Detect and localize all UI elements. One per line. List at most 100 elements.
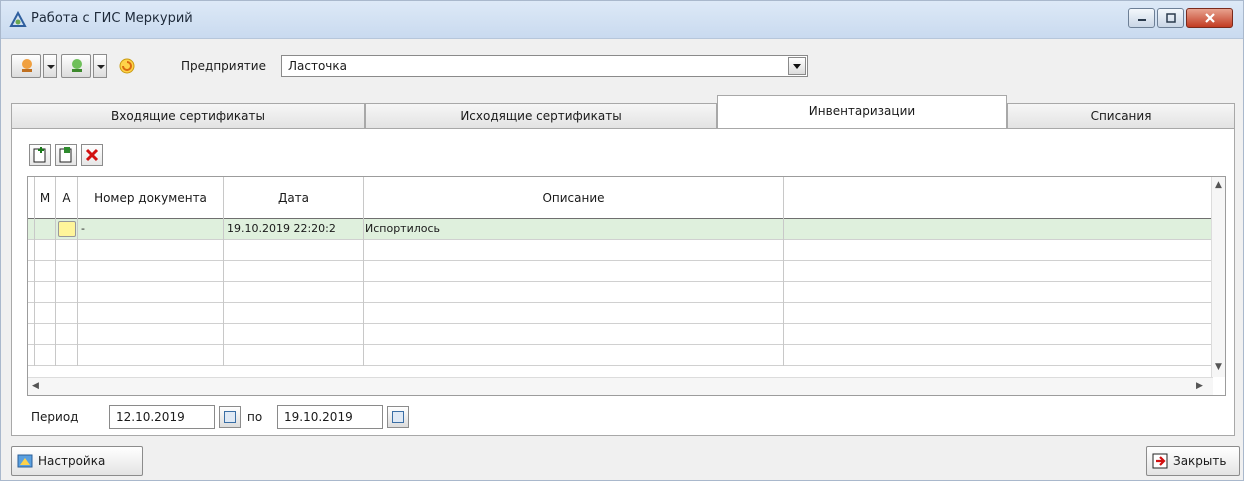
- scroll-down-icon[interactable]: ▼: [1215, 362, 1222, 372]
- status-yellow-indicator: [58, 221, 76, 237]
- maximize-icon: [1165, 13, 1176, 23]
- settings-button[interactable]: Настройка: [11, 446, 143, 476]
- inventory-panel: М А Номер документа Дата Описание - 19.1…: [11, 128, 1235, 436]
- cell-date: 19.10.2019 22:20:2: [224, 219, 364, 240]
- inventory-grid[interactable]: М А Номер документа Дата Описание - 19.1…: [27, 176, 1226, 396]
- close-window-button[interactable]: [1186, 8, 1233, 28]
- cell-description: [364, 240, 784, 261]
- cell-filler: [784, 219, 1213, 240]
- refresh-icon: [119, 58, 135, 74]
- cell-date: [224, 303, 364, 324]
- cell-description: [364, 261, 784, 282]
- column-header-filler: [784, 177, 1213, 219]
- toolbar: Предприятие Ласточка: [1, 40, 1243, 92]
- add-document-button[interactable]: [29, 144, 51, 166]
- edit-document-button[interactable]: [55, 144, 77, 166]
- cell-m: [35, 261, 56, 282]
- minimize-button[interactable]: [1128, 8, 1155, 28]
- tab-outgoing-certificates[interactable]: Исходящие сертификаты: [365, 103, 717, 129]
- refresh-button[interactable]: [111, 54, 141, 78]
- cell-number: [78, 345, 224, 366]
- cell-m: [35, 303, 56, 324]
- cell-date: [224, 240, 364, 261]
- delete-button[interactable]: [81, 144, 103, 166]
- close-icon: [1204, 13, 1215, 23]
- chevron-down-icon: [793, 64, 801, 69]
- title-bar[interactable]: Работа с ГИС Меркурий: [1, 1, 1243, 39]
- scroll-right-icon[interactable]: ▶: [1196, 381, 1203, 391]
- import-orange-button[interactable]: [11, 54, 41, 78]
- maximize-button[interactable]: [1157, 8, 1184, 28]
- cell-description: [364, 282, 784, 303]
- period-to-label: по: [247, 410, 263, 424]
- row-indicator: [28, 219, 35, 240]
- minimize-icon: [1137, 19, 1146, 21]
- cell-number: [78, 261, 224, 282]
- cell-date: [224, 282, 364, 303]
- tab-bar: Входящие сертификаты Исходящие сертифика…: [11, 95, 1235, 129]
- cell-number: [78, 282, 224, 303]
- row-indicator-header: [28, 177, 35, 219]
- enterprise-select[interactable]: Ласточка: [281, 55, 808, 77]
- triangle-logo-icon: [9, 11, 27, 27]
- table-row[interactable]: [28, 240, 1213, 261]
- calendar-to-button[interactable]: [387, 406, 409, 428]
- table-row[interactable]: [28, 303, 1213, 324]
- cell-a: [56, 303, 78, 324]
- period-to-value: 19.10.2019: [284, 410, 353, 424]
- calendar-from-button[interactable]: [219, 406, 241, 428]
- row-indicator: [28, 303, 35, 324]
- close-button[interactable]: Закрыть: [1146, 446, 1240, 476]
- period-from-input[interactable]: 12.10.2019: [109, 405, 215, 429]
- cell-number: [78, 240, 224, 261]
- scroll-left-icon[interactable]: ◀: [32, 381, 39, 391]
- enterprise-dropdown-button[interactable]: [788, 57, 806, 75]
- import-orange-dropdown[interactable]: [43, 54, 57, 78]
- window-title: Работа с ГИС Меркурий: [31, 11, 193, 26]
- close-button-label: Закрыть: [1173, 454, 1227, 468]
- cell-m: [35, 219, 56, 240]
- table-row[interactable]: [28, 282, 1213, 303]
- cell-description: [364, 303, 784, 324]
- row-indicator: [28, 345, 35, 366]
- tab-inventory[interactable]: Инвентаризации: [717, 95, 1007, 129]
- column-header-m[interactable]: М: [35, 177, 56, 219]
- exit-icon: [1152, 453, 1168, 469]
- tab-write-offs[interactable]: Списания: [1007, 103, 1235, 129]
- scroll-up-icon[interactable]: ▲: [1215, 180, 1222, 190]
- calendar-icon: [224, 411, 236, 423]
- table-row[interactable]: [28, 345, 1213, 366]
- edit-document-icon: [59, 147, 72, 163]
- cell-description: [364, 324, 784, 345]
- table-row[interactable]: [28, 324, 1213, 345]
- column-header-number[interactable]: Номер документа: [78, 177, 224, 219]
- grid-header: М А Номер документа Дата Описание: [28, 177, 1213, 219]
- period-from-value: 12.10.2019: [116, 410, 185, 424]
- cell-date: [224, 324, 364, 345]
- column-header-description[interactable]: Описание: [364, 177, 784, 219]
- cell-m: [35, 282, 56, 303]
- download-green-icon: [72, 59, 82, 72]
- period-label: Период: [31, 410, 79, 424]
- import-green-dropdown[interactable]: [93, 54, 107, 78]
- row-indicator: [28, 261, 35, 282]
- import-green-button[interactable]: [61, 54, 91, 78]
- enterprise-label: Предприятие: [181, 59, 266, 73]
- table-row[interactable]: [28, 261, 1213, 282]
- row-indicator: [28, 324, 35, 345]
- cell-a: [56, 282, 78, 303]
- cell-description: [364, 345, 784, 366]
- table-row[interactable]: - 19.10.2019 22:20:2 Испортилось: [28, 219, 1213, 240]
- row-indicator: [28, 282, 35, 303]
- delete-icon: [85, 148, 99, 162]
- period-to-input[interactable]: 19.10.2019: [277, 405, 383, 429]
- cell-description: Испортилось: [364, 219, 784, 240]
- vertical-scrollbar[interactable]: ▲ ▼: [1211, 177, 1225, 377]
- horizontal-scrollbar[interactable]: ◀ ▶: [28, 377, 1213, 395]
- settings-button-label: Настройка: [38, 454, 106, 468]
- main-window: Работа с ГИС Меркурий Предприятие Ласточ…: [0, 0, 1244, 481]
- tab-incoming-certificates[interactable]: Входящие сертификаты: [11, 103, 365, 129]
- column-header-a[interactable]: А: [56, 177, 78, 219]
- cell-number: [78, 324, 224, 345]
- column-header-date[interactable]: Дата: [224, 177, 364, 219]
